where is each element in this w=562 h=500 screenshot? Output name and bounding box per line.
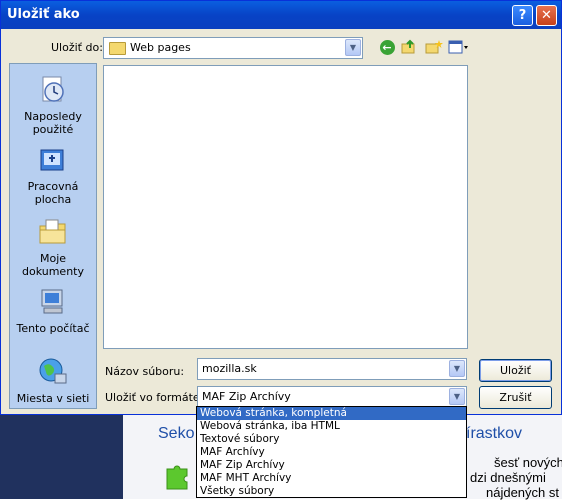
- place-label: Moje dokumenty: [22, 252, 84, 278]
- places-bar: Naposledy použité Pracovná plocha Moje d…: [9, 63, 97, 409]
- save-button[interactable]: Uložiť: [479, 359, 552, 382]
- place-label: Naposledy použité: [24, 110, 82, 136]
- chevron-down-icon[interactable]: ▼: [449, 388, 465, 405]
- folder-icon: [109, 42, 126, 55]
- chevron-down-icon[interactable]: ▼: [345, 39, 361, 56]
- dropdown-option[interactable]: Textové súbory: [197, 433, 466, 446]
- save-in-value: Web pages: [130, 41, 191, 54]
- save-in-label: Uložiť do:: [51, 41, 103, 54]
- filename-label: Názov súboru:: [105, 365, 185, 378]
- save-as-type-value: MAF Zip Archívy: [202, 390, 291, 403]
- place-my-computer[interactable]: Tento počítač: [10, 286, 96, 335]
- dialog-title: Uložiť ako: [7, 7, 80, 22]
- background-text-line: nájdených st: [486, 485, 559, 500]
- my-documents-icon: [39, 219, 66, 244]
- file-list[interactable]: [103, 65, 468, 349]
- save-as-type-label: Uložiť vo formáte:: [105, 391, 204, 404]
- puzzle-icon: [166, 465, 188, 490]
- back-arrow-icon: ←: [379, 40, 395, 55]
- place-label: Miesta v sieti: [16, 392, 90, 405]
- place-network[interactable]: Miesta v sieti: [10, 356, 96, 405]
- dropdown-option[interactable]: MAF MHT Archívy: [197, 472, 466, 485]
- desktop-icon: [40, 149, 64, 171]
- filename-field[interactable]: mozilla.sk ▼: [197, 358, 467, 380]
- view-menu-icon: [448, 40, 468, 54]
- background-text-line: šesť nových: [494, 455, 562, 470]
- new-folder-button[interactable]: [425, 39, 443, 57]
- place-label: Tento počítač: [16, 322, 90, 335]
- up-folder-button[interactable]: [400, 39, 418, 57]
- close-button[interactable]: ✕: [536, 5, 557, 26]
- filename-value: mozilla.sk: [202, 362, 257, 375]
- save-as-dialog: Uložiť ako ? ✕ Uložiť do: Web pages ▼ ←: [0, 0, 562, 415]
- save-as-type-combo[interactable]: MAF Zip Archívy ▼: [197, 386, 467, 408]
- place-recent[interactable]: Naposledy použité: [10, 74, 96, 136]
- network-places-icon: [39, 358, 67, 384]
- back-button[interactable]: ←: [378, 39, 396, 57]
- place-desktop[interactable]: Pracovná plocha: [10, 144, 96, 206]
- up-folder-icon: [401, 39, 415, 54]
- help-button[interactable]: ?: [512, 5, 533, 26]
- recent-documents-icon: [42, 76, 64, 102]
- save-as-type-dropdown-list: Webová stránka, kompletná Webová stránka…: [196, 406, 467, 498]
- dropdown-option[interactable]: MAF Archívy: [197, 446, 466, 459]
- place-label: Pracovná plocha: [27, 180, 79, 206]
- dropdown-option[interactable]: Webová stránka, iba HTML: [197, 420, 466, 433]
- place-my-documents[interactable]: Moje dokumenty: [10, 216, 96, 278]
- title-bar[interactable]: Uložiť ako ? ✕: [1, 1, 561, 29]
- new-folder-icon: [425, 40, 443, 54]
- dropdown-option[interactable]: Všetky súbory: [197, 485, 466, 498]
- background-text-line: dzi dnešnými: [470, 470, 546, 485]
- dropdown-option[interactable]: Webová stránka, kompletná: [197, 407, 466, 420]
- save-in-combo[interactable]: Web pages ▼: [103, 37, 363, 59]
- background-paragraph: šesť nových dzi dnešnými nájdených st: [468, 455, 562, 500]
- my-computer-icon: [41, 289, 63, 314]
- background-heading-right: írastkov: [466, 425, 523, 442]
- view-menu-button[interactable]: [448, 39, 468, 57]
- chevron-down-icon[interactable]: ▼: [449, 360, 465, 377]
- dropdown-option[interactable]: MAF Zip Archívy: [197, 459, 466, 472]
- background-heading-left: Seko: [158, 425, 195, 442]
- cancel-button[interactable]: Zrušiť: [479, 386, 552, 409]
